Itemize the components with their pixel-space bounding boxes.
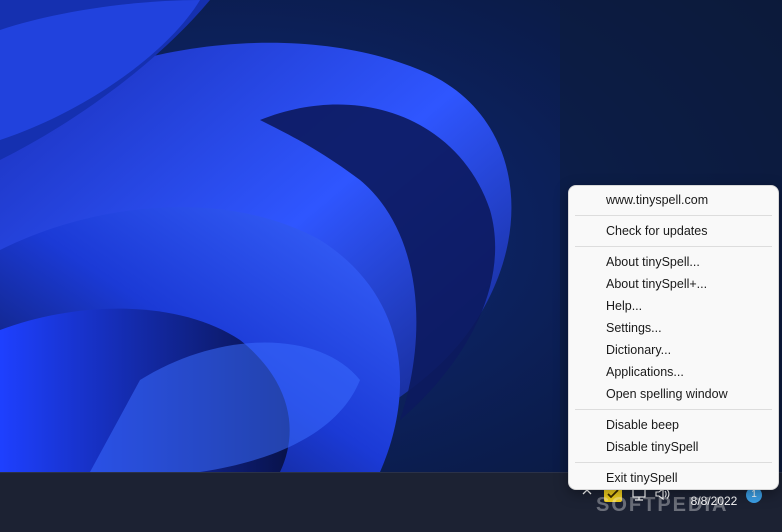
desktop-screen: SOFTPEDIA 8/8/2022 1 www.tinyspell.com Ch…	[0, 0, 782, 532]
menu-item-applications[interactable]: Applications...	[569, 361, 778, 383]
menu-item-disable-beep[interactable]: Disable beep	[569, 414, 778, 436]
tinyspell-context-menu: www.tinyspell.com Check for updates About …	[568, 185, 779, 490]
menu-separator	[575, 215, 772, 216]
menu-item-www-tinyspell-com[interactable]: www.tinyspell.com	[569, 189, 778, 211]
menu-item-disable-tinyspell[interactable]: Disable tinySpell	[569, 436, 778, 458]
menu-item-help[interactable]: Help...	[569, 295, 778, 317]
menu-separator	[575, 246, 772, 247]
menu-item-open-spelling-window[interactable]: Open spelling window	[569, 383, 778, 405]
menu-separator	[575, 409, 772, 410]
clock-date[interactable]: 8/8/2022	[684, 494, 744, 508]
menu-item-check-for-updates[interactable]: Check for updates	[569, 220, 778, 242]
menu-item-exit-tinyspell[interactable]: Exit tinySpell	[569, 467, 778, 489]
menu-item-dictionary[interactable]: Dictionary...	[569, 339, 778, 361]
menu-separator	[575, 462, 772, 463]
menu-item-about-tinyspell[interactable]: About tinySpell...	[569, 251, 778, 273]
menu-item-about-tinyspellplus[interactable]: About tinySpell+...	[569, 273, 778, 295]
menu-item-settings[interactable]: Settings...	[569, 317, 778, 339]
